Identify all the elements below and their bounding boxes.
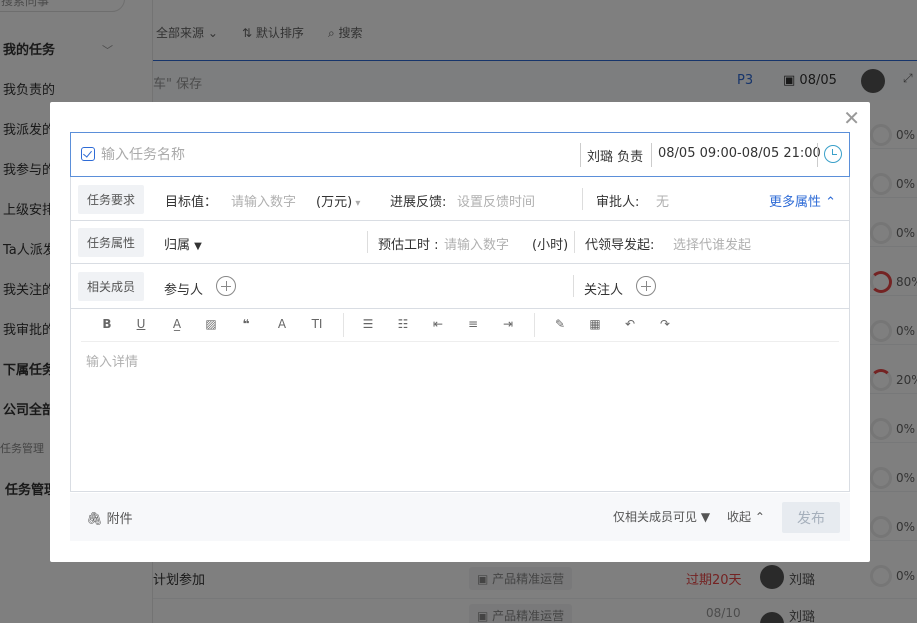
alarm-icon[interactable] — [824, 145, 842, 163]
proxy-label: 代领导发起: — [585, 238, 655, 253]
proxy-selector[interactable]: 选择代谁发起 — [673, 234, 751, 253]
hours-input[interactable]: 请输入数字 — [444, 234, 509, 253]
table-icon[interactable]: ▦ — [587, 317, 603, 331]
attributes-row: 任务属性 归属 ▼ 预估工时 : 请输入数字 (小时) 代领导发起: 选择代谁发… — [71, 221, 849, 264]
feedback-time-picker[interactable]: 设置反馈时间 — [457, 191, 535, 210]
outdent-icon[interactable]: ⇤ — [430, 317, 446, 331]
hours-unit: (小时) — [532, 238, 569, 253]
close-icon[interactable]: ✕ — [843, 108, 860, 128]
attributes-tag: 任务属性 — [78, 228, 145, 257]
indent-icon[interactable]: ⇥ — [500, 317, 516, 331]
paperclip-icon: 🖇 — [86, 512, 103, 527]
bullet-list-icon[interactable]: ☰ — [360, 317, 376, 331]
quote-icon[interactable]: ❝ — [238, 317, 254, 331]
requirements-row: 任务要求 目标值： 请输入数字 (万元) ▾ 进展反馈: 设置反馈时间 审批人:… — [71, 177, 849, 221]
editor-toolbar: B U A̲ ▨ ❝ A TI ☰ ☷ ⇤ ≡ ⇥ ✎ ▦ ↶ ↷ — [71, 309, 849, 341]
participants-label: 参与人 — [164, 283, 204, 298]
add-participant-icon[interactable] — [216, 276, 236, 296]
attachment-button[interactable]: 🖇 附件 — [86, 508, 133, 527]
visibility-select[interactable]: 仅相关成员可见 ▼ — [613, 508, 710, 525]
unit-select[interactable]: (万元) ▾ — [316, 191, 360, 210]
publish-button[interactable]: 发布 — [782, 502, 840, 533]
checkbox-icon — [81, 147, 95, 161]
task-form: 刘璐 负责 08/05 09:00-08/05 21:00 任务要求 目标值： … — [70, 132, 850, 492]
align-center-icon[interactable]: ≡ — [465, 317, 481, 331]
approver-label: 审批人: — [596, 195, 640, 210]
numbered-list-icon[interactable]: ☷ — [395, 317, 411, 331]
add-follower-icon[interactable] — [636, 276, 656, 296]
dialog-footer: 🖇 附件 仅相关成员可见 ▼ 收起 ⌃ 发布 — [70, 493, 850, 541]
task-name-input[interactable] — [101, 143, 571, 167]
image-icon[interactable]: ▨ — [203, 317, 219, 331]
owner-selector[interactable]: 刘璐 负责 — [587, 146, 643, 165]
undo-icon[interactable]: ↶ — [622, 317, 638, 331]
heading-icon[interactable]: TI — [309, 317, 325, 331]
underline-icon[interactable]: U — [133, 317, 149, 331]
followers-label: 关注人 — [584, 283, 624, 298]
feedback-label: 进展反馈: — [390, 195, 447, 210]
collapse-button[interactable]: 收起 ⌃ — [727, 508, 765, 525]
bold-icon[interactable]: B — [99, 317, 115, 331]
detail-editor[interactable]: 输入详情 — [86, 351, 138, 370]
redo-icon[interactable]: ↷ — [657, 317, 673, 331]
date-range-picker[interactable]: 08/05 09:00-08/05 21:00 — [658, 146, 821, 161]
hours-label: 预估工时 : — [378, 238, 439, 253]
approver-value[interactable]: 无 — [656, 191, 669, 210]
target-input[interactable]: 请输入数字 — [231, 191, 296, 210]
more-attributes-link[interactable]: 更多属性 ⌃ — [769, 191, 836, 210]
members-tag: 相关成员 — [78, 272, 145, 301]
task-name-row: 刘璐 负责 08/05 09:00-08/05 21:00 — [70, 132, 850, 177]
requirements-tag: 任务要求 — [78, 185, 145, 214]
text-color-icon[interactable]: A̲ — [169, 317, 185, 331]
create-task-dialog: ✕ 刘璐 负责 08/05 09:00-08/05 21:00 任务要求 目标值… — [50, 102, 870, 562]
clear-format-icon[interactable]: ✎ — [552, 317, 568, 331]
members-row: 相关成员 参与人 关注人 — [71, 264, 849, 309]
font-size-icon[interactable]: A — [274, 317, 290, 331]
target-label: 目标值： — [165, 195, 218, 210]
belongs-select[interactable]: 归属 ▼ — [164, 234, 202, 253]
